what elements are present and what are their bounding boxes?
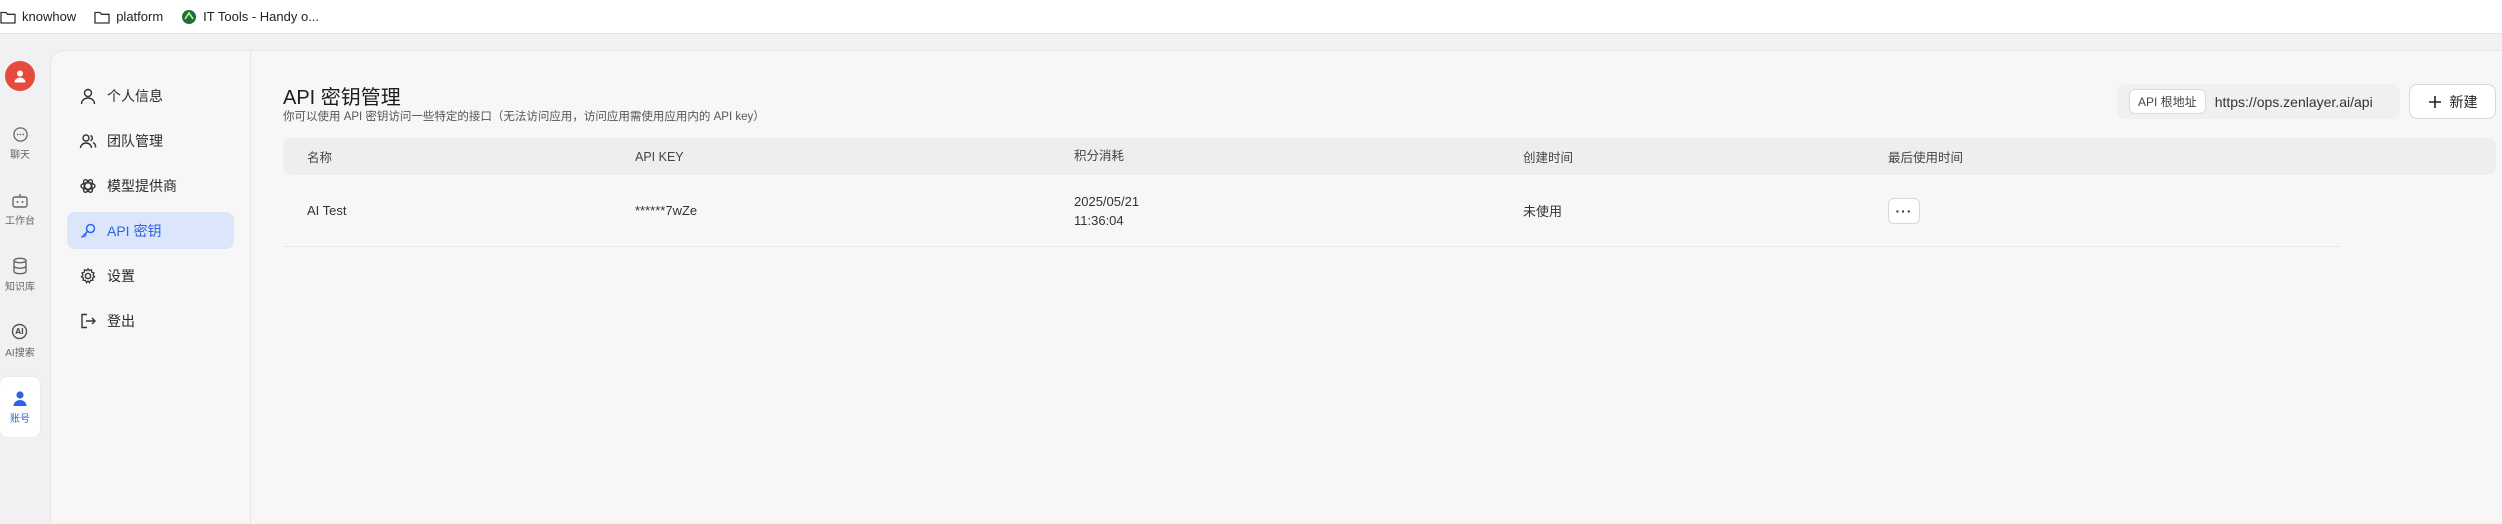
nav-item-api-keys[interactable]: API 密钥 bbox=[67, 212, 234, 249]
nav-item-label: 设置 bbox=[107, 267, 135, 284]
user-icon bbox=[80, 88, 96, 104]
bookmark-knowhow[interactable]: knowhow bbox=[0, 0, 76, 34]
cell-credits: 2025/05/21 11:36:04 bbox=[1050, 192, 1499, 230]
more-actions-button[interactable]: ··· bbox=[1888, 197, 1920, 224]
table-row: AI Test ******7wZe 2025/05/21 11:36:04 未… bbox=[283, 175, 2341, 247]
cell-actions: ··· bbox=[1864, 197, 2341, 224]
rail-item-workbench[interactable]: 工作台 bbox=[0, 179, 40, 239]
svg-text:AI: AI bbox=[15, 327, 24, 336]
app-rail: 聊天 工作台 知识库 AI AI搜索 账号 bbox=[0, 34, 40, 523]
more-icon: ··· bbox=[1895, 202, 1913, 219]
settings-panel: 个人信息 团队管理 模型提供商 API 密钥 设置 登出 API 密钥管理 你可… bbox=[50, 50, 2502, 524]
cell-credits-date: 2025/05/21 bbox=[1074, 193, 1140, 209]
settings-nav: 个人信息 团队管理 模型提供商 API 密钥 设置 登出 bbox=[51, 51, 251, 524]
cell-created: 未使用 bbox=[1523, 204, 1563, 219]
rail-item-label: 工作台 bbox=[5, 215, 35, 227]
page-title: API 密钥管理 bbox=[283, 87, 401, 109]
openai-icon bbox=[80, 178, 96, 193]
table-header: 名称 API KEY 积分消耗 创建时间 最后使用时间 bbox=[283, 138, 2496, 175]
app: 聊天 工作台 知识库 AI AI搜索 账号 个人信息 团队管理 模型提供商 AP… bbox=[0, 34, 2502, 524]
api-keys-content: API 密钥管理 你可以使用 API 密钥访问一些特定的接口（无法访问应用，访问… bbox=[251, 51, 2502, 524]
bookmark-it-tools[interactable]: IT Tools - Handy o... bbox=[181, 0, 319, 34]
nav-item-profile[interactable]: 个人信息 bbox=[67, 77, 234, 114]
column-header-name: 名称 bbox=[307, 151, 333, 165]
nav-item-model-providers[interactable]: 模型提供商 bbox=[67, 167, 234, 204]
users-icon bbox=[79, 133, 97, 148]
user-icon bbox=[13, 391, 27, 406]
folder-icon bbox=[0, 11, 16, 24]
new-button-label: 新建 bbox=[2449, 93, 2478, 110]
nav-item-label: 团队管理 bbox=[107, 132, 163, 149]
rail-item-ai-search[interactable]: AI AI搜索 bbox=[0, 311, 40, 371]
robot-icon bbox=[12, 193, 28, 208]
bookmark-label: IT Tools - Handy o... bbox=[203, 9, 320, 24]
user-icon bbox=[14, 70, 26, 83]
bookmark-label: knowhow bbox=[22, 9, 77, 24]
nav-item-label: 模型提供商 bbox=[107, 177, 177, 194]
rail-item-label: 账号 bbox=[10, 414, 30, 425]
rail-item-chat[interactable]: 聊天 bbox=[0, 113, 40, 173]
chat-icon bbox=[12, 126, 28, 142]
rail-item-label: 知识库 bbox=[5, 282, 35, 293]
api-base-url: API 根地址 https://ops.zenlayer.ai/api bbox=[2117, 84, 2400, 119]
it-tools-icon bbox=[182, 9, 197, 24]
cell-api-key: ******7wZe bbox=[635, 203, 698, 218]
page-subtitle: 你可以使用 API 密钥访问一些特定的接口（无法访问应用，访问应用需使用应用内的… bbox=[283, 111, 765, 123]
ai-search-icon: AI bbox=[11, 323, 28, 340]
folder-icon bbox=[94, 11, 110, 24]
rail-item-label: AI搜索 bbox=[5, 348, 35, 359]
plus-icon bbox=[2428, 95, 2441, 108]
bookmark-label: platform bbox=[116, 9, 164, 24]
avatar[interactable] bbox=[5, 61, 35, 91]
logout-icon bbox=[81, 313, 96, 328]
bookmark-platform[interactable]: platform bbox=[94, 0, 163, 34]
column-header-created: 创建时间 bbox=[1523, 151, 1574, 165]
nav-item-team[interactable]: 团队管理 bbox=[67, 122, 234, 159]
gear-icon bbox=[80, 267, 96, 284]
api-base-url-tag: API 根地址 bbox=[2129, 89, 2206, 114]
new-api-key-button[interactable]: 新建 bbox=[2409, 84, 2496, 119]
nav-item-settings[interactable]: 设置 bbox=[67, 257, 234, 294]
rail-item-account[interactable]: 账号 bbox=[0, 377, 40, 437]
api-base-url-value[interactable]: https://ops.zenlayer.ai/api bbox=[2215, 94, 2373, 110]
database-icon bbox=[13, 257, 27, 275]
nav-item-logout[interactable]: 登出 bbox=[67, 302, 234, 339]
column-header-last-used: 最后使用时间 bbox=[1888, 151, 1964, 165]
cell-name: AI Test bbox=[307, 203, 347, 218]
api-keys-table: 名称 API KEY 积分消耗 创建时间 最后使用时间 AI Test ****… bbox=[283, 138, 2496, 247]
column-header-api-key: API KEY bbox=[635, 149, 684, 164]
rail-item-label: 聊天 bbox=[10, 149, 30, 161]
rail-item-knowledge-base[interactable]: 知识库 bbox=[0, 245, 40, 305]
cell-credits-time: 11:36:04 bbox=[1074, 212, 1124, 228]
nav-item-label: 登出 bbox=[107, 312, 135, 329]
column-header-credits: 积分消耗 bbox=[1074, 149, 1125, 163]
key-icon bbox=[80, 223, 96, 238]
bookmarks-bar: knowhow platform IT Tools - Handy o... bbox=[0, 0, 2502, 34]
nav-item-label: 个人信息 bbox=[107, 87, 163, 104]
nav-item-label: API 密钥 bbox=[107, 222, 162, 239]
